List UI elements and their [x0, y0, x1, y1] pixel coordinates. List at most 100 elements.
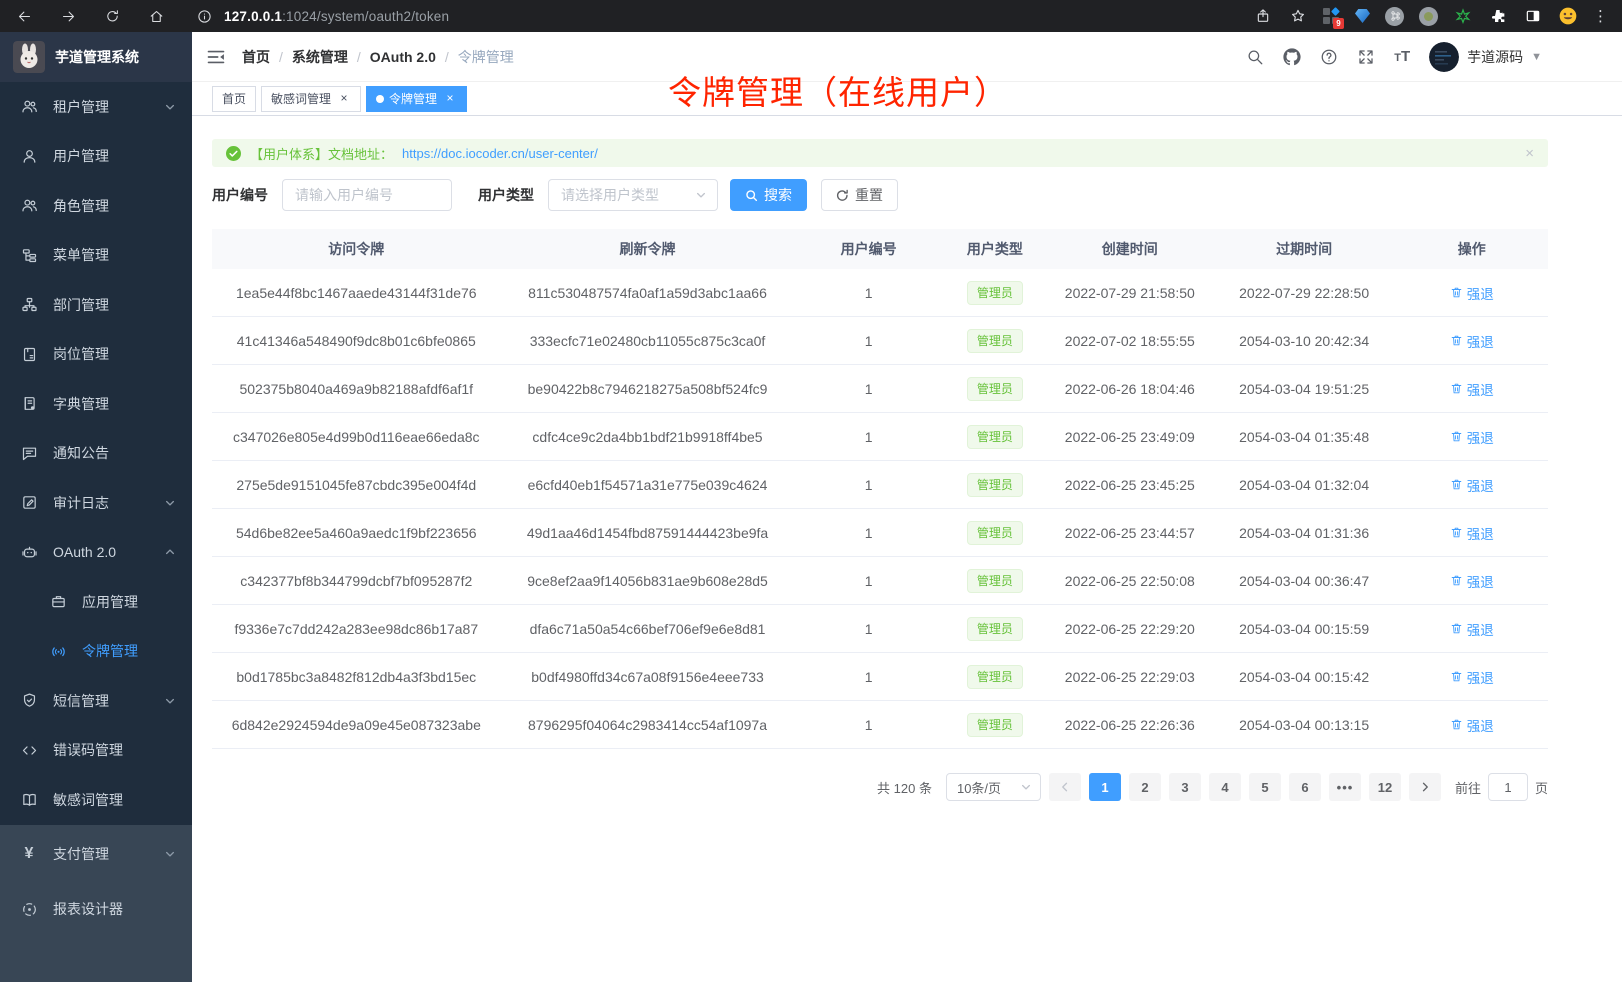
goto-unit: 页 [1535, 778, 1548, 797]
cell-expires: 2054-03-04 01:31:36 [1213, 525, 1396, 541]
sidebar-toggle-icon[interactable] [206, 47, 226, 67]
side-panel-icon[interactable] [1523, 6, 1543, 26]
tab-令牌管理[interactable]: 令牌管理× [366, 86, 467, 112]
prev-page-button[interactable] [1049, 773, 1081, 801]
trash-icon [1450, 622, 1463, 635]
sidebar-item-role[interactable]: 角色管理 [0, 181, 192, 231]
cell-refresh: 333ecfc71e02480cb11055c875c3ca0f [501, 333, 795, 349]
cell-access: 54d6be82ee5a460a9aedc1f9bf223656 [212, 525, 501, 541]
extension-grid-icon[interactable]: 9 [1323, 8, 1340, 25]
breadcrumb-item[interactable]: 首页 [242, 47, 270, 67]
browser-home-icon[interactable] [146, 6, 166, 26]
alert-close-icon[interactable]: × [1525, 146, 1534, 161]
sensitive-icon [20, 791, 38, 809]
force-logout-label: 强退 [1467, 715, 1494, 735]
extension-circle-icon[interactable] [1385, 7, 1404, 26]
tab-首页[interactable]: 首页 [212, 86, 256, 112]
force-logout-button[interactable]: 强退 [1450, 715, 1494, 735]
page-size-value: 10条/页 [957, 778, 1001, 797]
sidebar-item-label: OAuth 2.0 [53, 544, 164, 560]
sidebar-item-audit[interactable]: 审计日志 [0, 478, 192, 528]
sidebar-item-notice[interactable]: 通知公告 [0, 429, 192, 479]
next-page-button[interactable] [1409, 773, 1441, 801]
breadcrumb-item[interactable]: 系统管理 [292, 47, 348, 67]
sidebar-item-app[interactable]: 应用管理 [0, 577, 192, 627]
table-body: 1ea5e44f8bc1467aaede43144f31de76811c5304… [212, 269, 1548, 749]
page-size-select[interactable]: 10条/页 [946, 773, 1041, 801]
force-logout-button[interactable]: 强退 [1450, 571, 1494, 591]
help-icon[interactable] [1320, 48, 1338, 66]
browser-forward-icon[interactable] [58, 6, 78, 26]
sidebar-item-report[interactable]: 报表设计器 [0, 882, 192, 937]
alert-doc-link[interactable]: https://doc.iocoder.cn/user-center/ [402, 146, 598, 161]
tab-敏感词管理[interactable]: 敏感词管理× [261, 86, 361, 112]
last-page-button[interactable]: 12 [1369, 773, 1401, 801]
sidebar-item-label: 短信管理 [53, 691, 164, 711]
breadcrumb: 首页/系统管理/OAuth 2.0/令牌管理 [242, 47, 514, 67]
page-button-4[interactable]: 4 [1209, 773, 1241, 801]
sidebar-item-user[interactable]: 用户管理 [0, 132, 192, 182]
sidebar-item-token[interactable]: 令牌管理 [0, 627, 192, 677]
sidebar-item-menu-tree[interactable]: 菜单管理 [0, 231, 192, 281]
search-button[interactable]: 搜索 [730, 179, 807, 211]
cell-created: 2022-06-25 23:45:25 [1047, 477, 1213, 493]
browser-back-icon[interactable] [14, 6, 34, 26]
user-id-input[interactable] [282, 179, 452, 211]
sidebar-item-pay[interactable]: ¥支付管理 [0, 827, 192, 882]
force-logout-button[interactable]: 强退 [1450, 475, 1494, 495]
table-row: b0d1785bc3a8482f812db4a3f3bd15ecb0df4980… [212, 653, 1548, 701]
address-bar[interactable]: 127.0.0.1:1024/system/oauth2/token [194, 6, 1253, 26]
user-type-select[interactable]: 请选择用户类型 [548, 179, 718, 211]
user-menu[interactable]: 芋道源码 ▼ [1429, 42, 1542, 72]
sidebar-item-sms[interactable]: 短信管理 [0, 676, 192, 726]
page-button-5[interactable]: 5 [1249, 773, 1281, 801]
profile-emoji-icon[interactable] [1558, 6, 1578, 26]
sidebar-logo-bar[interactable]: 芋道管理系统 [0, 32, 192, 82]
tab-close-icon[interactable]: × [337, 92, 351, 106]
extension-dot-icon[interactable] [1419, 7, 1438, 26]
sidebar-item-org[interactable]: 部门管理 [0, 280, 192, 330]
github-icon[interactable] [1283, 48, 1301, 66]
sidebar-item-tenant[interactable]: 租户管理 [0, 82, 192, 132]
sidebar-item-sensitive[interactable]: 敏感词管理 [0, 775, 192, 825]
force-logout-button[interactable]: 强退 [1450, 283, 1494, 303]
cell-expires: 2054-03-04 00:15:59 [1213, 621, 1396, 637]
sidebar-item-oauth[interactable]: OAuth 2.0 [0, 528, 192, 578]
browser-refresh-icon[interactable] [102, 6, 122, 26]
extension-puzzle-icon[interactable] [1488, 6, 1508, 26]
extension-star-icon[interactable] [1453, 6, 1473, 26]
tab-close-icon[interactable]: × [443, 92, 457, 106]
fullscreen-icon[interactable] [1357, 48, 1375, 66]
page-button-1[interactable]: 1 [1089, 773, 1121, 801]
force-logout-button[interactable]: 强退 [1450, 667, 1494, 687]
force-logout-button[interactable]: 强退 [1450, 523, 1494, 543]
share-icon[interactable] [1253, 6, 1273, 26]
cell-user-type: 管理员 [943, 665, 1047, 689]
page-button-3[interactable]: 3 [1169, 773, 1201, 801]
force-logout-button[interactable]: 强退 [1450, 619, 1494, 639]
reset-button[interactable]: 重置 [821, 179, 898, 211]
goto-page-input[interactable] [1488, 773, 1528, 801]
browser-menu-icon[interactable]: ⋮ [1593, 9, 1608, 24]
bookmark-star-icon[interactable] [1288, 6, 1308, 26]
sidebar-item-post[interactable]: 岗位管理 [0, 330, 192, 380]
sidebar-item-errcode[interactable]: 错误码管理 [0, 726, 192, 776]
cell-user_id: 1 [794, 429, 942, 445]
role-icon [20, 197, 38, 215]
pagination-total: 共 120 条 [877, 778, 932, 797]
header-search-icon[interactable] [1246, 48, 1264, 66]
sidebar-item-label: 字典管理 [53, 394, 176, 414]
breadcrumb-item[interactable]: OAuth 2.0 [370, 49, 436, 65]
font-size-icon[interactable]: TT [1394, 48, 1410, 65]
sidebar-item-dict[interactable]: 字典管理 [0, 379, 192, 429]
page-button-6[interactable]: 6 [1289, 773, 1321, 801]
more-pages-button[interactable]: ••• [1329, 773, 1361, 801]
force-logout-button[interactable]: 强退 [1450, 331, 1494, 351]
cell-user_id: 1 [794, 381, 942, 397]
sidebar-menu: 租户管理用户管理角色管理菜单管理部门管理岗位管理字典管理通知公告审计日志 OAut… [0, 82, 192, 825]
page-info-icon[interactable] [194, 6, 214, 26]
extension-gem-icon[interactable] [1355, 9, 1370, 23]
page-button-2[interactable]: 2 [1129, 773, 1161, 801]
force-logout-button[interactable]: 强退 [1450, 379, 1494, 399]
force-logout-button[interactable]: 强退 [1450, 427, 1494, 447]
